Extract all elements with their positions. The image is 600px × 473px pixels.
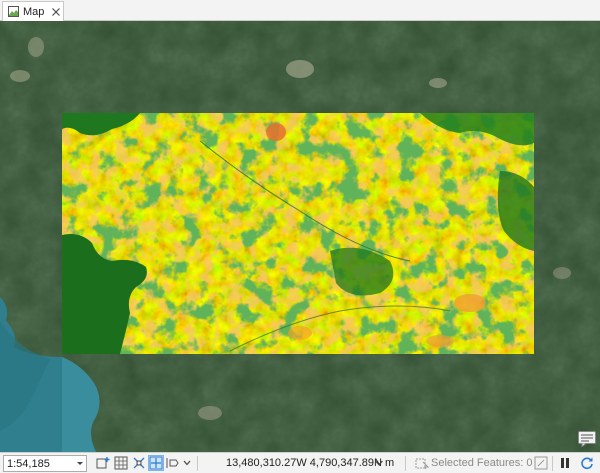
grid-icon[interactable] [114, 456, 128, 470]
imagery-basemap [0, 21, 600, 452]
pan-icon[interactable] [166, 456, 180, 470]
separator [552, 456, 553, 471]
tab-map[interactable]: Map [2, 1, 64, 21]
selected-features-count: Selected Features: 0 [431, 457, 533, 469]
table-icon[interactable] [534, 456, 548, 470]
map-icon [8, 6, 19, 17]
map-view[interactable] [0, 21, 600, 452]
separator [405, 456, 406, 471]
scale-value: 1:54,185 [7, 457, 50, 470]
pause-icon[interactable] [558, 456, 572, 470]
close-icon[interactable] [51, 7, 61, 17]
tab-label: Map [23, 5, 45, 18]
scale-combobox[interactable]: 1:54,185 [3, 455, 87, 472]
fixed-zoom-icon[interactable] [132, 456, 146, 470]
coordinate-units-dropdown-icon[interactable] [374, 458, 384, 468]
add-layer-icon[interactable] [96, 456, 110, 470]
map-navigation-icon[interactable] [148, 455, 164, 471]
separator [197, 456, 198, 471]
selection-icon[interactable] [415, 456, 429, 470]
raster-layer [62, 113, 534, 354]
status-bar: 1:54,185 13,480,310.27W 4,790,347.89N m … [0, 452, 600, 473]
refresh-icon[interactable] [580, 456, 594, 470]
nav-dropdown-icon[interactable] [182, 456, 192, 470]
coordinates-readout: 13,480,310.27W 4,790,347.89N m [226, 457, 395, 469]
chevron-down-icon[interactable] [74, 456, 86, 471]
notifications-icon[interactable] [578, 431, 596, 447]
map-tab-bar: Map [0, 0, 600, 21]
